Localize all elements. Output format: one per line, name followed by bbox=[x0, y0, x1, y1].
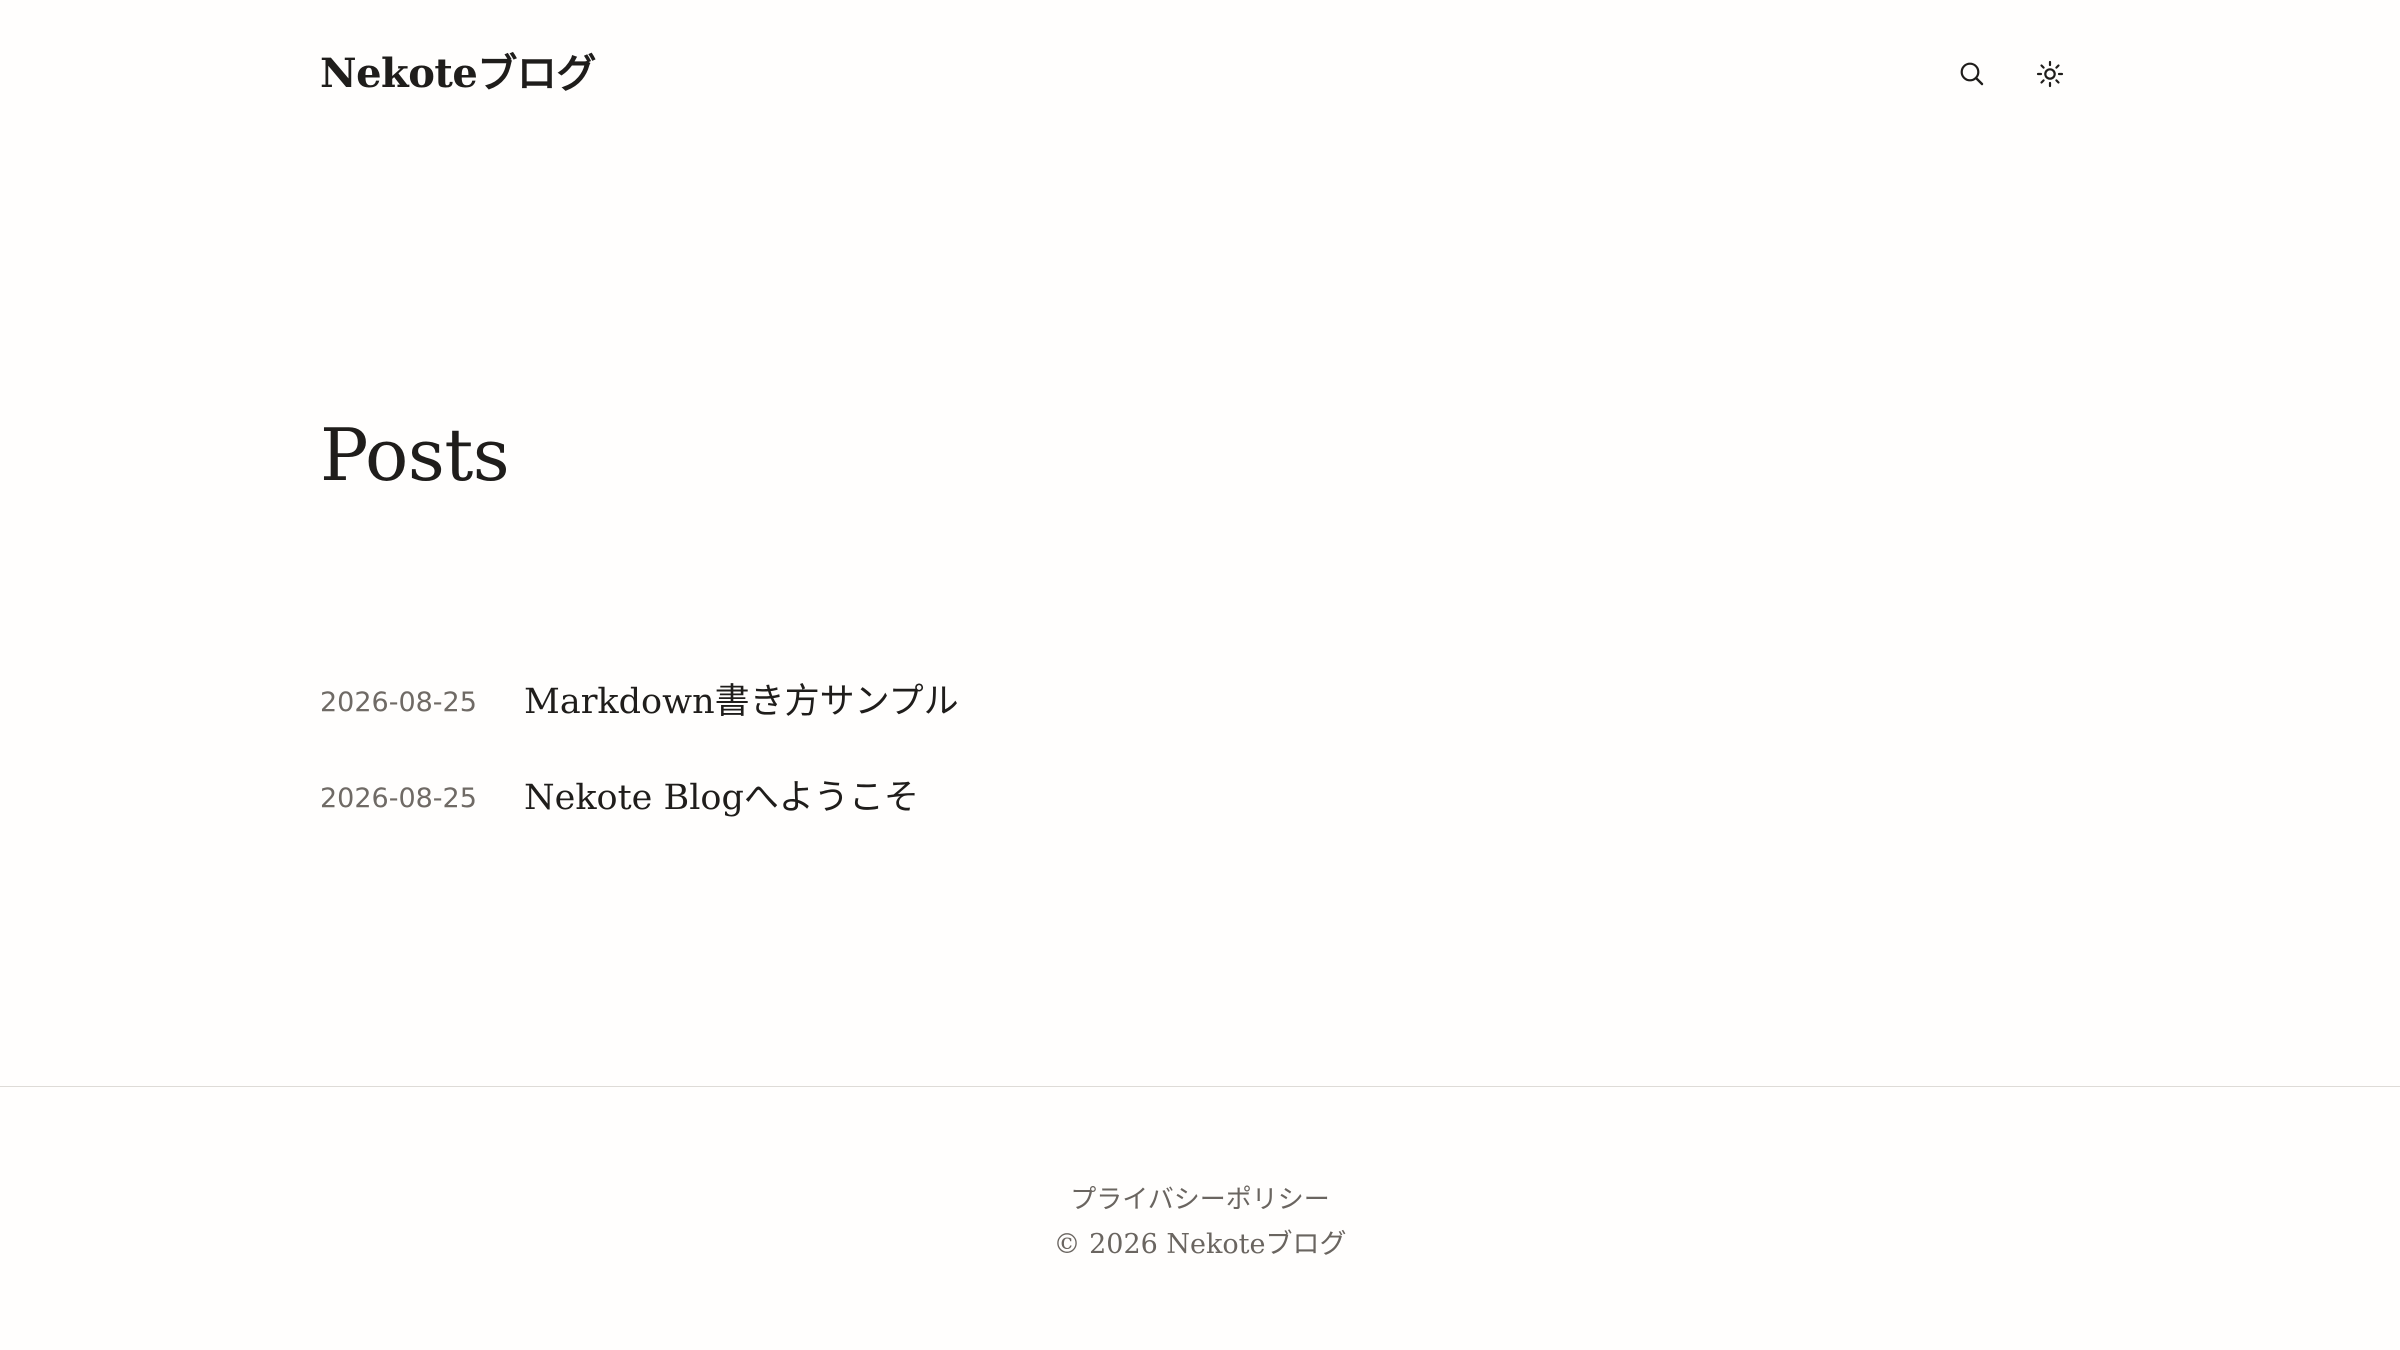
post-date: 2026-08-25 bbox=[320, 782, 477, 814]
post-list: 2026-08-25 Markdown書き方サンプル 2026-08-25 Ne… bbox=[320, 654, 2080, 846]
header-actions bbox=[1924, 44, 2080, 104]
copyright-text: © 2026 Nekoteブログ bbox=[1053, 1229, 1347, 1260]
post-date: 2026-08-25 bbox=[320, 686, 477, 718]
search-icon bbox=[1960, 62, 1984, 86]
search-button[interactable] bbox=[1942, 44, 2002, 104]
post-title-link[interactable]: Nekote Blogへようこそ bbox=[524, 771, 919, 825]
site-footer: プライバシーポリシー © 2026 Nekoteブログ bbox=[0, 1178, 2400, 1268]
site-title-link[interactable]: Nekoteブログ bbox=[320, 44, 596, 104]
post-list-item: 2026-08-25 Nekote Blogへようこそ bbox=[320, 750, 2080, 846]
post-title-link[interactable]: Markdown書き方サンプル bbox=[524, 675, 959, 729]
sun-icon bbox=[2036, 60, 2064, 88]
theme-toggle-button[interactable] bbox=[2020, 44, 2080, 104]
footer-divider bbox=[0, 1086, 2400, 1087]
page-title: Posts bbox=[320, 413, 510, 497]
post-list-item: 2026-08-25 Markdown書き方サンプル bbox=[320, 654, 2080, 750]
site-header: Nekoteブログ bbox=[320, 44, 2080, 104]
privacy-policy-link[interactable]: プライバシーポリシー bbox=[0, 1178, 2400, 1222]
